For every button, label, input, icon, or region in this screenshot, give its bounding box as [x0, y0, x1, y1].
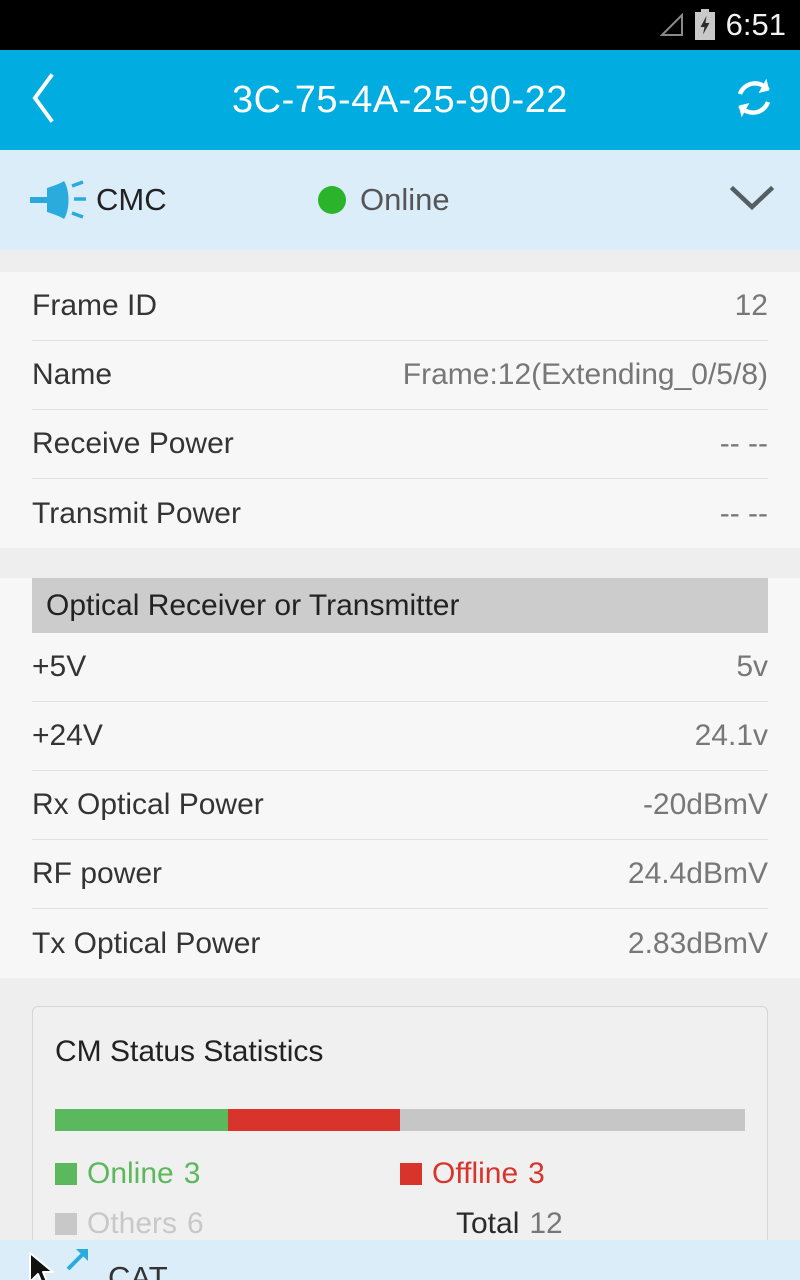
- row-value: 24.1v: [694, 719, 768, 752]
- row-value: -- --: [719, 427, 768, 460]
- legend-count-total: 12: [529, 1207, 563, 1240]
- bar-segment-offline: [227, 1109, 400, 1131]
- device-name-label: CMC: [96, 182, 167, 217]
- expand-collapse-button[interactable]: [704, 150, 800, 250]
- page-title: 3C-75-4A-25-90-22: [232, 78, 568, 121]
- battery-charging-icon: [694, 9, 716, 41]
- legend-swatch-others-icon: [55, 1213, 77, 1235]
- table-row: Name Frame:12(Extending_0/5/8): [32, 341, 768, 410]
- status-bar: 6:51: [0, 0, 800, 50]
- table-row: +24V 24.1v: [32, 702, 768, 771]
- row-value: Frame:12(Extending_0/5/8): [402, 358, 768, 391]
- row-value: 12: [734, 289, 768, 322]
- table-row: Tx Optical Power 2.83dBmV: [32, 909, 768, 978]
- section-gap: [0, 548, 800, 578]
- legend-swatch-online-icon: [55, 1163, 77, 1185]
- legend-swatch-offline-icon: [400, 1163, 422, 1185]
- status-bar-clock: 6:51: [725, 7, 786, 42]
- refresh-button[interactable]: [708, 50, 800, 150]
- row-value: 2.83dBmV: [627, 926, 768, 960]
- cm-status-statistics-card: CM Status Statistics Online 3 Offline 3: [0, 1006, 800, 1266]
- stats-card-body: CM Status Statistics Online 3 Offline 3: [32, 1006, 768, 1266]
- stats-title: CM Status Statistics: [55, 1035, 324, 1068]
- refresh-icon: [728, 72, 780, 129]
- status-dot-icon: [318, 186, 346, 214]
- row-value: 5v: [736, 650, 768, 683]
- stats-legend: Online 3 Offline 3 Others 6 Total 12: [55, 1157, 745, 1241]
- app-bar: 3C-75-4A-25-90-22: [0, 50, 800, 150]
- legend-count-online: 3: [183, 1157, 201, 1190]
- chevron-left-icon: [28, 72, 58, 129]
- section-header: Optical Receiver or Transmitter: [32, 578, 768, 633]
- legend-item-offline: Offline 3: [400, 1157, 745, 1191]
- legend-label-offline: Offline: [432, 1157, 519, 1190]
- app-screen: 6:51 3C-75-4A-25-90-22 CMC Online Frame …: [0, 0, 800, 1280]
- row-value: -20dBmV: [642, 788, 768, 821]
- device-status: Online: [318, 182, 450, 218]
- next-device-label: CAT: [108, 1260, 168, 1280]
- section-gap: [0, 978, 800, 1006]
- legend-label-total: Total: [456, 1207, 520, 1240]
- arrow-up-right-icon: [62, 1245, 92, 1275]
- chevron-down-icon: [729, 184, 775, 217]
- row-label: +5V: [32, 650, 87, 683]
- signal-triangle-icon: [658, 13, 684, 37]
- table-row: RF power 24.4dBmV: [32, 840, 768, 909]
- row-label: Tx Optical Power: [32, 926, 261, 960]
- legend-label-others: Others: [87, 1207, 178, 1240]
- table-row: Frame ID 12: [32, 272, 768, 341]
- table-row: Receive Power -- --: [32, 410, 768, 479]
- row-label: Transmit Power: [32, 496, 241, 530]
- legend-item-others: Others 6: [55, 1207, 400, 1241]
- bar-segment-online: [55, 1109, 228, 1131]
- legend-item-total: Total 12: [400, 1207, 745, 1241]
- row-label: Name: [32, 358, 113, 391]
- section-gap: [0, 250, 800, 272]
- legend-item-online: Online 3: [55, 1157, 400, 1191]
- legend-count-offline: 3: [528, 1157, 545, 1190]
- next-device-row[interactable]: CAT: [0, 1240, 800, 1280]
- device-summary-row[interactable]: CMC Online: [0, 150, 800, 250]
- row-label: Frame ID: [32, 289, 158, 322]
- table-row: Transmit Power -- --: [32, 479, 768, 548]
- cm-status-stacked-bar: [55, 1109, 745, 1131]
- table-row: Rx Optical Power -20dBmV: [32, 771, 768, 840]
- frame-info-list: Frame ID 12 Name Frame:12(Extending_0/5/…: [0, 272, 800, 548]
- row-label: Rx Optical Power: [32, 788, 264, 821]
- row-value: 24.4dBmV: [627, 857, 768, 890]
- row-value: -- --: [719, 496, 768, 530]
- legend-count-others: 6: [187, 1207, 204, 1240]
- row-label: RF power: [32, 857, 163, 890]
- legend-label-online: Online: [87, 1157, 174, 1190]
- transmitter-icon: [30, 178, 92, 222]
- back-button[interactable]: [0, 50, 86, 150]
- bar-segment-others: [400, 1109, 745, 1131]
- row-label: +24V: [32, 719, 103, 752]
- status-badge: Online: [360, 182, 450, 217]
- row-label: Receive Power: [32, 427, 234, 460]
- table-row: +5V 5v: [32, 633, 768, 702]
- optical-section: Optical Receiver or Transmitter +5V 5v +…: [0, 578, 800, 978]
